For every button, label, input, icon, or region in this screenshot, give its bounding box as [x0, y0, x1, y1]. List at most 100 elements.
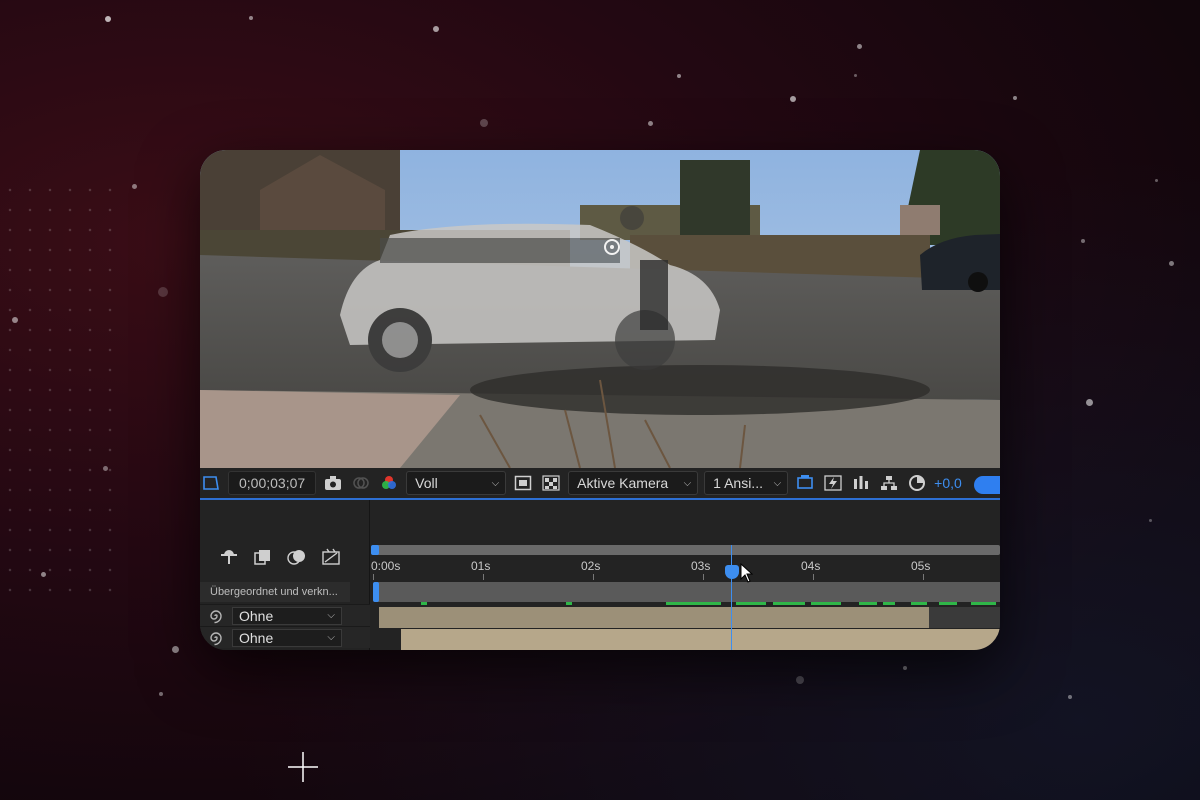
layer-outline: Übergeordnet und verkn... Ohne ⌵ Ohne ⌵: [200, 500, 370, 650]
layer-row: Ohne ⌵: [200, 604, 370, 626]
fast-preview-icon[interactable]: [822, 472, 844, 494]
layer-bar-2[interactable]: [401, 629, 1000, 650]
chevron-down-icon: ⌵: [683, 477, 692, 489]
star-dot: [677, 74, 681, 78]
star-dot: [131, 183, 137, 189]
ruler-label: 02s: [581, 559, 601, 573]
ruler-label: 01s: [471, 559, 491, 573]
star-dot: [40, 571, 46, 577]
star-dot: [1085, 398, 1093, 406]
star-dot: [1154, 178, 1158, 182]
composition-viewer[interactable]: [200, 150, 1000, 468]
cache-indicator: [859, 602, 877, 605]
parent-dropdown[interactable]: Ohne ⌵: [232, 606, 342, 625]
star-dot: [647, 120, 653, 126]
ruler-tick: [703, 574, 704, 580]
show-snapshot-icon[interactable]: [350, 472, 372, 494]
cache-indicator: [666, 602, 721, 605]
star-dot: [853, 73, 857, 77]
ruler-tick: [593, 574, 594, 580]
after-effects-window: 0;00;03;07 Voll ⌵ Aktive Kamera ⌵ 1 Ansi…: [200, 150, 1000, 650]
mouse-cursor-icon: [740, 563, 754, 583]
work-area-start-handle[interactable]: [373, 582, 379, 602]
sparkle-icon: [288, 752, 318, 782]
views-dropdown[interactable]: 1 Ansi... ⌵: [704, 471, 789, 495]
transparency-grid-icon[interactable]: [540, 472, 562, 494]
timeline-switches: [218, 546, 342, 568]
work-area-bar[interactable]: [375, 582, 1000, 602]
layer-bar-1-inactive: [929, 607, 1000, 628]
cache-indicator: [939, 602, 957, 605]
chevron-down-icon: ⌵: [491, 477, 500, 489]
star-dot: [433, 26, 439, 32]
composition-mini-flowchart-icon[interactable]: [218, 546, 240, 568]
ruler-tick: [373, 574, 374, 580]
exposure-value[interactable]: +0,0: [934, 475, 962, 491]
parent-pickwhip-icon[interactable]: [208, 630, 224, 646]
time-navigator-bar[interactable]: [375, 545, 1000, 555]
region-icon[interactable]: [200, 472, 222, 494]
reset-exposure-icon[interactable]: [906, 472, 928, 494]
star-dot: [102, 465, 108, 471]
cache-indicator: [911, 602, 927, 605]
ruler-label: 05s: [911, 559, 931, 573]
graph-editor-icon[interactable]: [320, 546, 342, 568]
star-dot: [1148, 518, 1152, 522]
motion-blur-icon[interactable]: [286, 546, 308, 568]
views-value: 1 Ansi...: [713, 475, 763, 491]
ruler-tick: [813, 574, 814, 580]
star-dot: [480, 119, 488, 127]
star-dot: [796, 676, 804, 684]
layer-bar-1[interactable]: [379, 607, 929, 628]
star-dot: [1068, 695, 1072, 699]
viewer-lock-toggle[interactable]: [974, 476, 1000, 494]
star-dot: [790, 96, 796, 102]
star-dot: [159, 692, 163, 696]
viewer-toolbar: 0;00;03;07 Voll ⌵ Aktive Kamera ⌵ 1 Ansi…: [200, 468, 1000, 500]
resolution-dropdown[interactable]: Voll ⌵: [406, 471, 507, 495]
star-dot: [249, 16, 253, 20]
parent-value: Ohne: [239, 607, 274, 624]
cache-indicator: [883, 602, 895, 605]
background-dot-grid: [0, 180, 120, 600]
star-dot: [856, 43, 862, 49]
star-dot: [171, 645, 179, 653]
flowchart-icon[interactable]: [878, 472, 900, 494]
star-dot: [158, 287, 168, 297]
playhead-handle[interactable]: [724, 565, 739, 579]
star-dot: [12, 317, 18, 323]
color-channel-icon[interactable]: [378, 472, 400, 494]
snapshot-icon[interactable]: [322, 472, 344, 494]
time-navigator-start-handle[interactable]: [371, 545, 379, 555]
resolution-value: Voll: [415, 475, 438, 491]
timeline-track-area[interactable]: 0:00s 01s 02s 03s 04s 05s: [371, 500, 1000, 650]
playhead-line: [730, 545, 732, 650]
chevron-down-icon: ⌵: [773, 477, 782, 489]
parent-pickwhip-icon[interactable]: [208, 608, 224, 624]
current-time-display[interactable]: 0;00;03;07: [228, 471, 317, 495]
camera-dropdown[interactable]: Aktive Kamera ⌵: [568, 471, 699, 495]
viewer-frame-image: [200, 150, 1000, 468]
frame-blending-icon[interactable]: [252, 546, 274, 568]
ruler-tick: [923, 574, 924, 580]
cache-indicator: [811, 602, 841, 605]
roi-icon[interactable]: [512, 472, 534, 494]
timeline-panel: Übergeordnet und verkn... Ohne ⌵ Ohne ⌵: [200, 500, 1000, 650]
star-dot: [1168, 260, 1174, 266]
chevron-down-icon: ⌵: [327, 610, 335, 621]
cache-indicator: [971, 602, 996, 605]
star-dot: [903, 666, 907, 670]
parent-dropdown[interactable]: Ohne ⌵: [232, 628, 342, 647]
chevron-down-icon: ⌵: [327, 632, 335, 643]
star-dot: [1081, 239, 1085, 243]
parent-link-column-header[interactable]: Übergeordnet und verkn...: [200, 582, 350, 602]
layer-row: Ohne ⌵: [200, 626, 370, 648]
cache-indicator: [566, 602, 572, 605]
cache-indicator: [736, 602, 766, 605]
cache-indicator: [773, 602, 805, 605]
timeline-icon[interactable]: [850, 472, 872, 494]
ruler-label: 0:00s: [371, 559, 401, 573]
star-dot: [105, 16, 111, 22]
toggle-pixel-aspect-icon[interactable]: [794, 472, 816, 494]
camera-value: Aktive Kamera: [577, 475, 669, 491]
